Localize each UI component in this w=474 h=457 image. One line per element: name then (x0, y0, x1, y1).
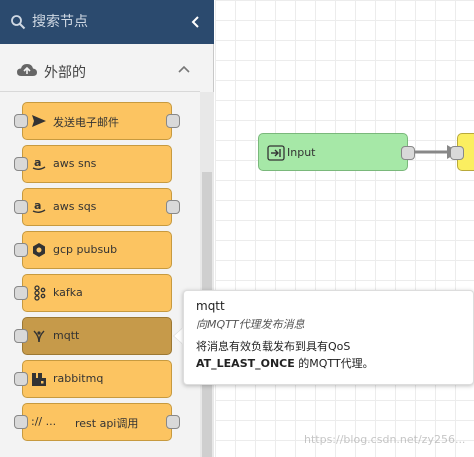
amazon-icon: a (32, 156, 46, 170)
cloud-upload-icon (17, 64, 37, 76)
palette-node-label: rabbitmq (53, 372, 104, 385)
input-port[interactable] (14, 114, 28, 128)
kafka-icon (34, 285, 46, 301)
flow-workspace[interactable]: Input (215, 0, 474, 457)
palette-node-list: 发送电子邮件 a aws sns a aws sqs gcp pubsub ka… (0, 92, 200, 457)
app-root: 外部的 发送电子邮件 a aws sns (0, 0, 474, 457)
input-port[interactable] (14, 415, 28, 429)
palette-node-mqtt[interactable]: mqtt (14, 317, 172, 355)
tooltip-subtitle: 向MQTT代理发布消息 (196, 318, 305, 331)
input-port[interactable] (14, 243, 28, 257)
palette-node-send-email[interactable]: 发送电子邮件 (14, 102, 180, 140)
category-label: 外部的 (44, 65, 86, 81)
output-port[interactable] (166, 415, 180, 429)
watermark: https://blog.csdn.net/zy256... (304, 433, 466, 446)
tooltip-description-line2: AT_LEAST_ONCE 的MQTT代理。 (196, 355, 374, 371)
palette-node-rabbitmq[interactable]: rabbitmq (14, 360, 172, 398)
tooltip-description-rest: 的MQTT代理。 (294, 357, 374, 370)
output-port[interactable] (166, 200, 180, 214)
palette-node-gcp-pubsub[interactable]: gcp pubsub (14, 231, 172, 269)
palette-scrollbar[interactable] (200, 92, 214, 457)
palette-node-aws-sqs[interactable]: a aws sqs (14, 188, 180, 226)
output-port[interactable] (401, 146, 415, 160)
input-icon (267, 145, 285, 161)
search-icon (11, 15, 26, 30)
palette-node-label: kafka (53, 286, 83, 299)
input-port[interactable] (450, 146, 464, 160)
search-input[interactable] (32, 12, 182, 32)
palette-node-rest-api[interactable]: :// ... rest api调用 (14, 403, 180, 441)
amazon-icon: a (32, 199, 46, 213)
tooltip-title: mqtt (196, 299, 225, 313)
palette-search-bar (0, 0, 214, 44)
palette-node-label: aws sns (53, 157, 97, 170)
tooltip-arrow (174, 328, 183, 344)
send-icon (32, 115, 46, 127)
palette-node-label: 发送电子邮件 (53, 116, 119, 129)
input-port[interactable] (14, 329, 28, 343)
tooltip-description-line1: 将消息有效负载发布到具有QoS (196, 340, 351, 353)
palette-node-label: mqtt (53, 329, 80, 342)
tooltip-qos-term: AT_LEAST_ONCE (196, 357, 295, 370)
rabbitmq-icon (32, 373, 46, 386)
workspace-node-label: Input (287, 146, 316, 159)
chevron-left-icon (191, 16, 199, 28)
rest-icon: :// ... (31, 415, 57, 428)
collapse-palette-button[interactable] (186, 12, 206, 32)
workspace-node-next[interactable] (450, 133, 474, 171)
category-header-external[interactable]: 外部的 (0, 50, 200, 92)
node-palette: 外部的 发送电子邮件 a aws sns (0, 0, 214, 457)
workspace-node-input[interactable]: Input (258, 133, 415, 171)
mqtt-icon (33, 330, 45, 343)
output-port[interactable] (166, 114, 180, 128)
gcp-icon (33, 243, 45, 257)
palette-node-aws-sns[interactable]: a aws sns (14, 145, 172, 183)
palette-node-label: rest api调用 (75, 417, 139, 430)
node-help-tooltip: mqtt 向MQTT代理发布消息 将消息有效负载发布到具有QoS AT_LEAS… (183, 290, 474, 385)
palette-node-kafka[interactable]: kafka (14, 274, 172, 312)
palette-node-label: aws sqs (53, 200, 97, 213)
input-port[interactable] (14, 286, 28, 300)
chevron-up-icon[interactable] (178, 64, 190, 74)
input-port[interactable] (14, 372, 28, 386)
input-port[interactable] (14, 157, 28, 171)
input-port[interactable] (14, 200, 28, 214)
palette-node-label: gcp pubsub (53, 243, 118, 256)
svg-text:a: a (34, 199, 41, 212)
svg-text:a: a (34, 156, 41, 169)
